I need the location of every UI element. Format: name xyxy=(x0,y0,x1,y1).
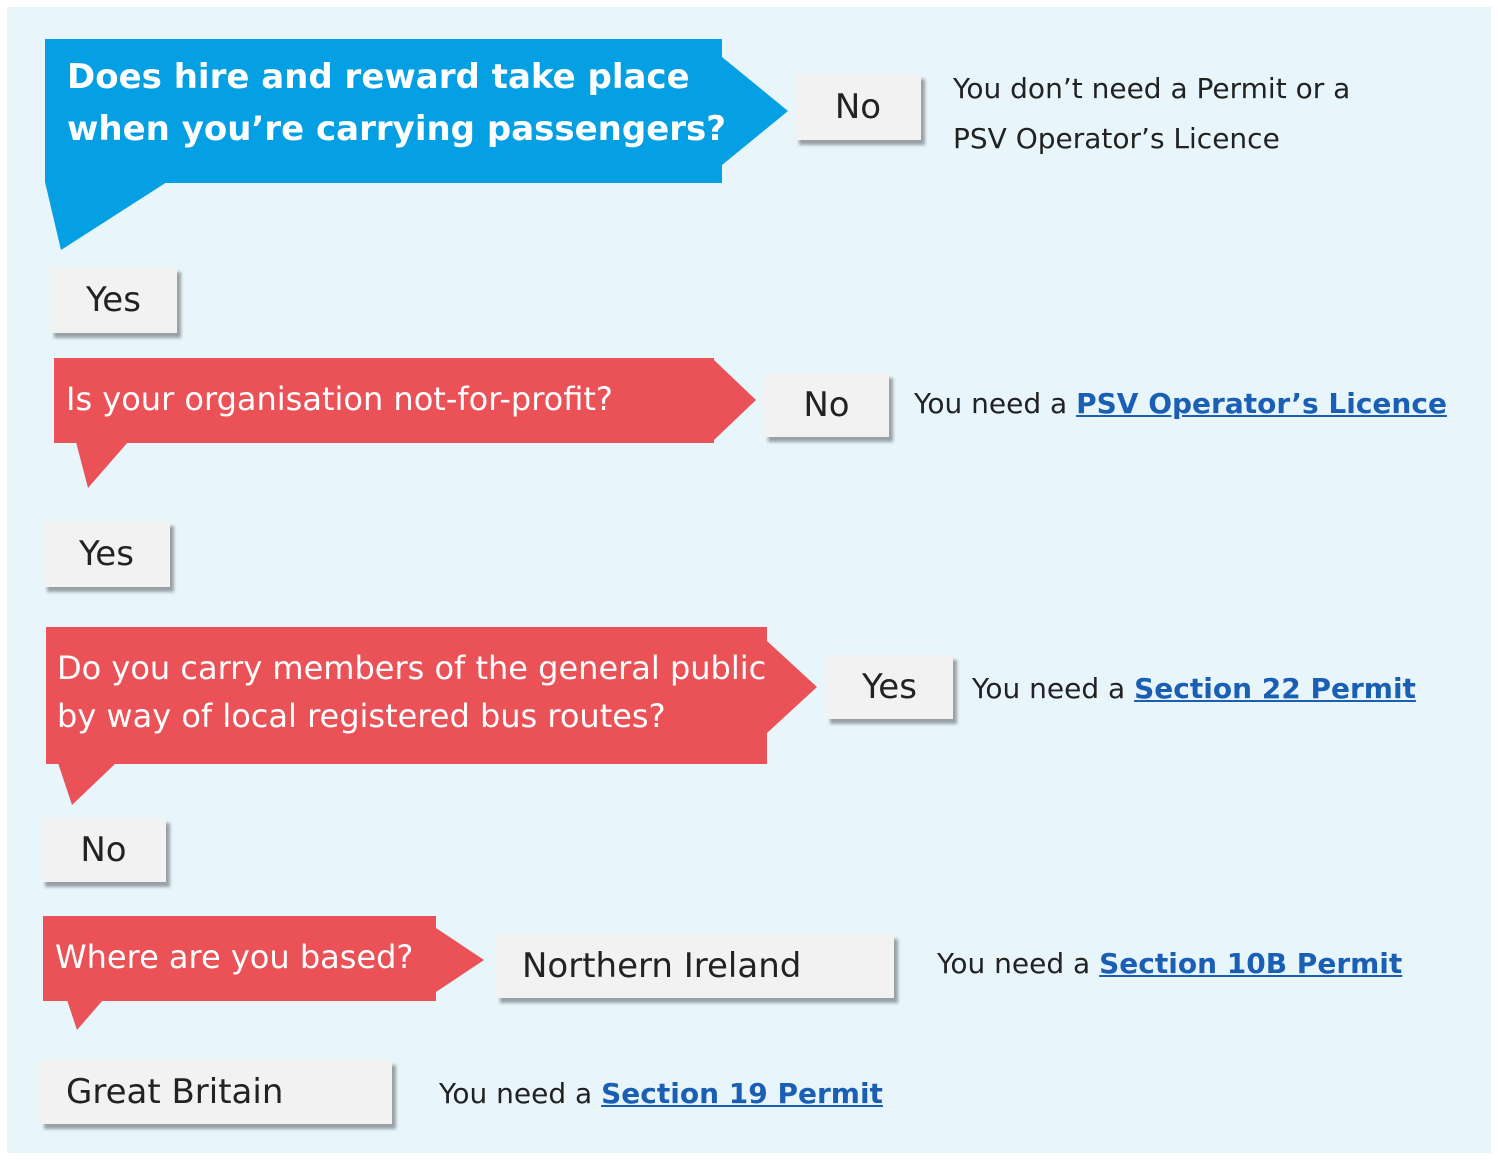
question-text: Where are you based? xyxy=(55,938,414,976)
question-hire-and-reward: Does hire and reward take place when you… xyxy=(45,39,788,251)
answer-great-britain[interactable]: Great Britain xyxy=(40,1060,392,1124)
question-local-bus-routes: Do you carry members of the general publ… xyxy=(46,627,826,807)
arrow-right-icon xyxy=(767,641,817,733)
section-10b-permit-link[interactable]: Section 10B Permit xyxy=(1099,947,1402,980)
arrow-right-icon xyxy=(714,360,756,440)
arrow-down-icon xyxy=(58,763,116,805)
result-prefix: You need a xyxy=(914,387,1077,420)
result-prefix: You need a xyxy=(937,947,1100,980)
question-line-2: when you’re carrying passengers? xyxy=(67,109,726,149)
arrow-right-icon xyxy=(436,928,484,992)
answer-no-not-for-profit[interactable]: No xyxy=(764,373,889,437)
result-section-19: You need a Section 19 Permit xyxy=(439,1077,883,1110)
flowchart-canvas: Does hire and reward take place when you… xyxy=(7,7,1491,1153)
result-section-10b: You need a Section 10B Permit xyxy=(937,947,1402,980)
answer-no-bus-routes[interactable]: No xyxy=(41,818,166,882)
result-psv-licence: You need a PSV Operator’s Licence xyxy=(914,387,1447,420)
result-line-2: PSV Operator’s Licence xyxy=(953,122,1280,155)
answer-northern-ireland[interactable]: Northern Ireland xyxy=(496,934,894,998)
result-prefix: You need a xyxy=(972,672,1135,705)
arrow-down-icon xyxy=(45,182,167,250)
result-no-permit-needed: You don’t need a Permit or a PSV Operato… xyxy=(953,64,1350,164)
question-line-2: by way of local registered bus routes? xyxy=(57,697,666,735)
question-not-for-profit: Is your organisation not-for-profit? xyxy=(54,358,764,493)
question-line-1: Do you carry members of the general publ… xyxy=(57,649,767,687)
arrow-down-icon xyxy=(76,442,128,488)
answer-yes-hire[interactable]: Yes xyxy=(50,267,177,333)
arrow-down-icon xyxy=(67,1000,103,1030)
question-text: Is your organisation not-for-profit? xyxy=(66,380,613,418)
question-box xyxy=(46,627,767,764)
section-19-permit-link[interactable]: Section 19 Permit xyxy=(601,1077,883,1110)
answer-yes-bus-routes[interactable]: Yes xyxy=(826,655,953,719)
answer-yes-not-for-profit[interactable]: Yes xyxy=(43,521,170,587)
section-22-permit-link[interactable]: Section 22 Permit xyxy=(1134,672,1416,705)
result-section-22: You need a Section 22 Permit xyxy=(972,672,1416,705)
question-line-1: Does hire and reward take place xyxy=(67,57,690,97)
question-where-based: Where are you based? xyxy=(43,916,493,1034)
result-prefix: You need a xyxy=(439,1077,602,1110)
answer-no-hire[interactable]: No xyxy=(795,74,921,140)
arrow-right-icon xyxy=(722,57,788,165)
result-line-1: You don’t need a Permit or a xyxy=(953,72,1351,105)
psv-operators-licence-link[interactable]: PSV Operator’s Licence xyxy=(1076,387,1447,420)
